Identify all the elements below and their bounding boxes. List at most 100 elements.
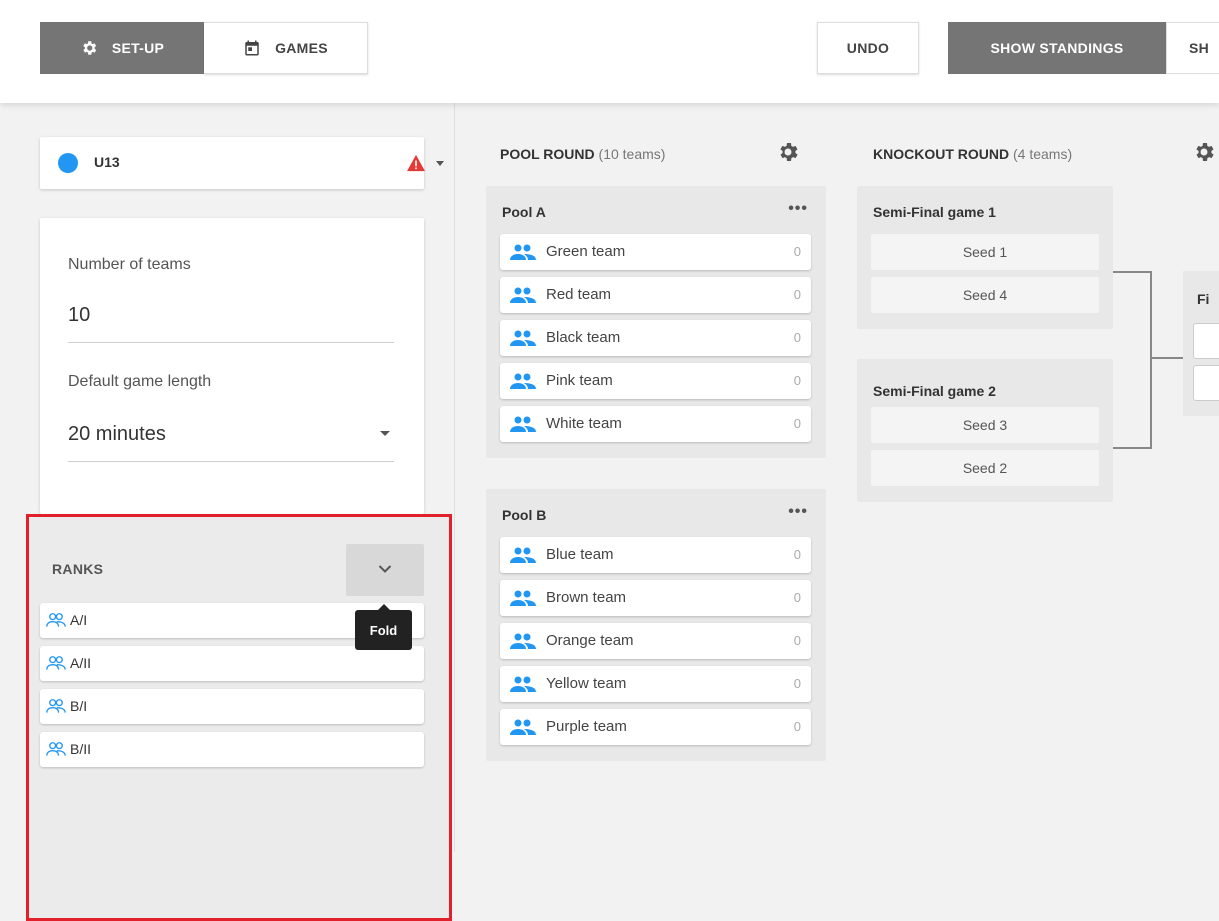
group-icon (510, 547, 536, 568)
group-icon (510, 244, 536, 265)
team-score: 0 (793, 633, 801, 648)
team-score: 0 (793, 244, 801, 259)
knockout-game-card[interactable]: Semi-Final game 2 Seed 3 Seed 2 (857, 359, 1113, 502)
team-score: 0 (793, 719, 801, 734)
gear-icon (80, 39, 98, 57)
pool-title: Pool A (502, 204, 546, 220)
division-color-dot (58, 153, 78, 173)
bracket-line (1150, 357, 1183, 359)
rank-item[interactable]: A/II (40, 646, 424, 681)
group-icon (510, 676, 536, 697)
group-icon (510, 416, 536, 437)
division-settings-card: Number of teams 10 Default game length 2… (40, 218, 424, 514)
team-name: Orange team (546, 632, 634, 649)
pool-round-label: POOL ROUND (500, 146, 595, 162)
show-standings-button[interactable]: SHOW STANDINGS (948, 22, 1166, 74)
team-score: 0 (793, 287, 801, 302)
rank-label: B/I (70, 698, 88, 714)
rank-item[interactable]: B/I (40, 689, 424, 724)
team-score: 0 (793, 373, 801, 388)
chevron-down-icon (378, 561, 392, 579)
knockout-round-title: KNOCKOUT ROUND (4 teams) (873, 146, 1072, 162)
group-icon (510, 373, 536, 394)
group-icon (510, 330, 536, 351)
seed-slot: Seed 2 (871, 450, 1099, 486)
group-icon (510, 590, 536, 611)
team-item[interactable]: Green team 0 (500, 234, 811, 270)
team-name: Blue team (546, 546, 614, 563)
pool-title: Pool B (502, 507, 547, 523)
team-item[interactable]: Brown team 0 (500, 580, 811, 616)
fold-button[interactable] (346, 544, 424, 596)
input-underline (68, 342, 394, 343)
calendar-icon (243, 39, 261, 57)
team-name: Green team (546, 243, 626, 260)
team-name: Pink team (546, 372, 613, 389)
group-outline-icon (46, 655, 66, 676)
game-length-select[interactable]: 20 minutes (68, 423, 166, 446)
dropdown-arrow-icon[interactable] (380, 431, 390, 436)
division-name: U13 (94, 154, 120, 170)
seed-slot: Seed 1 (871, 234, 1099, 270)
team-item[interactable]: Orange team 0 (500, 623, 811, 659)
knockout-game-title: Semi-Final game 1 (873, 204, 996, 220)
seed-slot: Seed 4 (871, 277, 1099, 313)
undo-button[interactable]: UNDO (817, 22, 919, 74)
bracket-line (1150, 271, 1152, 449)
setup-tab-button[interactable]: SET-UP (40, 22, 204, 74)
games-tab-button[interactable]: GAMES (204, 22, 368, 74)
number-of-teams-input[interactable]: 10 (68, 304, 90, 327)
team-score: 0 (793, 547, 801, 562)
team-item[interactable]: Pink team 0 (500, 363, 811, 399)
knockout-round-label: KNOCKOUT ROUND (873, 146, 1010, 162)
group-outline-icon (46, 612, 66, 633)
team-item[interactable]: White team 0 (500, 406, 811, 442)
bracket-line (1113, 447, 1151, 449)
knockout-round-settings-icon[interactable] (1192, 140, 1216, 169)
rank-label: A/I (70, 612, 88, 628)
knockout-game-card[interactable]: Semi-Final game 1 Seed 1 Seed 4 (857, 186, 1113, 329)
group-icon (510, 633, 536, 654)
games-tab-label: GAMES (275, 40, 328, 56)
division-selector[interactable]: U13 (40, 137, 444, 189)
team-score: 0 (793, 416, 801, 431)
pool-round-settings-icon[interactable] (776, 140, 800, 169)
setup-tab-label: SET-UP (111, 40, 165, 56)
select-underline (68, 461, 394, 462)
team-name: Purple team (546, 718, 627, 735)
warning-icon (406, 154, 426, 177)
team-name: Black team (546, 329, 621, 346)
pool-round-count: (10 teams) (598, 146, 666, 162)
knockout-game-title: Semi-Final game 2 (873, 383, 996, 399)
more-options-icon[interactable]: ••• (788, 503, 808, 521)
show-schedule-button[interactable]: SH (1166, 22, 1219, 74)
game-length-label: Default game length (68, 373, 212, 390)
final-slot (1193, 323, 1219, 359)
final-slot (1193, 365, 1219, 401)
group-outline-icon (46, 698, 66, 719)
rank-label: B/II (70, 741, 92, 757)
left-panel: U13 Number of teams 10 Default game leng… (0, 103, 455, 921)
team-item[interactable]: Red team 0 (500, 277, 811, 313)
number-of-teams-label: Number of teams (68, 256, 191, 273)
knockout-round-count: (4 teams) (1013, 146, 1073, 162)
team-name: Red team (546, 286, 612, 303)
team-score: 0 (793, 590, 801, 605)
more-options-icon[interactable]: ••• (788, 200, 808, 218)
top-toolbar: SET-UP GAMES UNDO SHOW STANDINGS SH (0, 0, 1219, 103)
team-score: 0 (793, 330, 801, 345)
team-name: Brown team (546, 589, 627, 606)
team-item[interactable]: Blue team 0 (500, 537, 811, 573)
team-item[interactable]: Yellow team 0 (500, 666, 811, 702)
ranks-title: RANKS (52, 561, 104, 577)
team-item[interactable]: Black team 0 (500, 320, 811, 356)
final-game-title: Fi (1197, 291, 1210, 307)
seed-slot: Seed 3 (871, 407, 1099, 443)
final-game-card[interactable]: Fi (1183, 271, 1219, 416)
team-score: 0 (793, 676, 801, 691)
rank-label: A/II (70, 655, 92, 671)
pool-round-title: POOL ROUND (10 teams) (500, 146, 665, 162)
fold-tooltip: Fold (355, 604, 412, 650)
team-item[interactable]: Purple team 0 (500, 709, 811, 745)
rank-item[interactable]: B/II (40, 732, 424, 767)
